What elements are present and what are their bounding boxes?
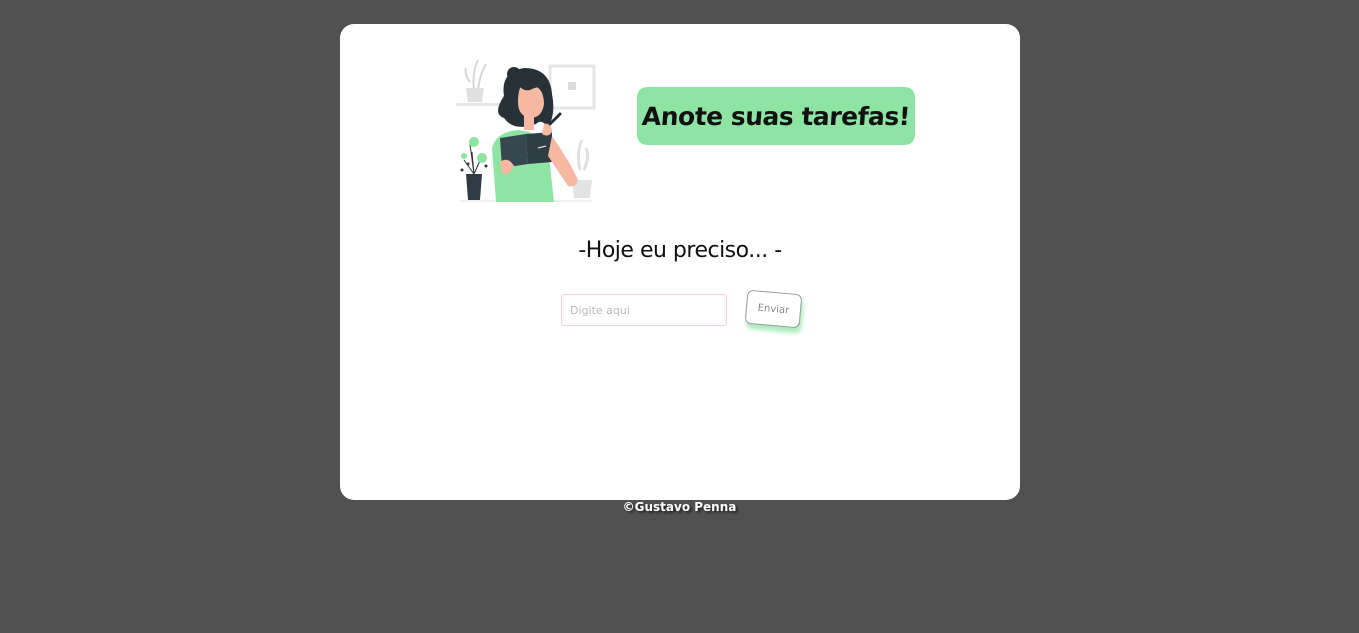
footer-credit: ©Gustavo Penna bbox=[622, 500, 737, 514]
title-banner: Anote suas tarefas! bbox=[637, 87, 915, 145]
task-input[interactable] bbox=[561, 294, 727, 326]
main-card: Anote suas tarefas! -Hoje eu preciso... … bbox=[340, 24, 1020, 500]
send-button[interactable]: Enviar bbox=[744, 289, 803, 329]
prompt-heading: -Hoje eu preciso... - bbox=[578, 238, 782, 263]
page-title: Anote suas tarefas! bbox=[641, 101, 911, 131]
woman-writing-notebook-illustration bbox=[452, 52, 600, 204]
